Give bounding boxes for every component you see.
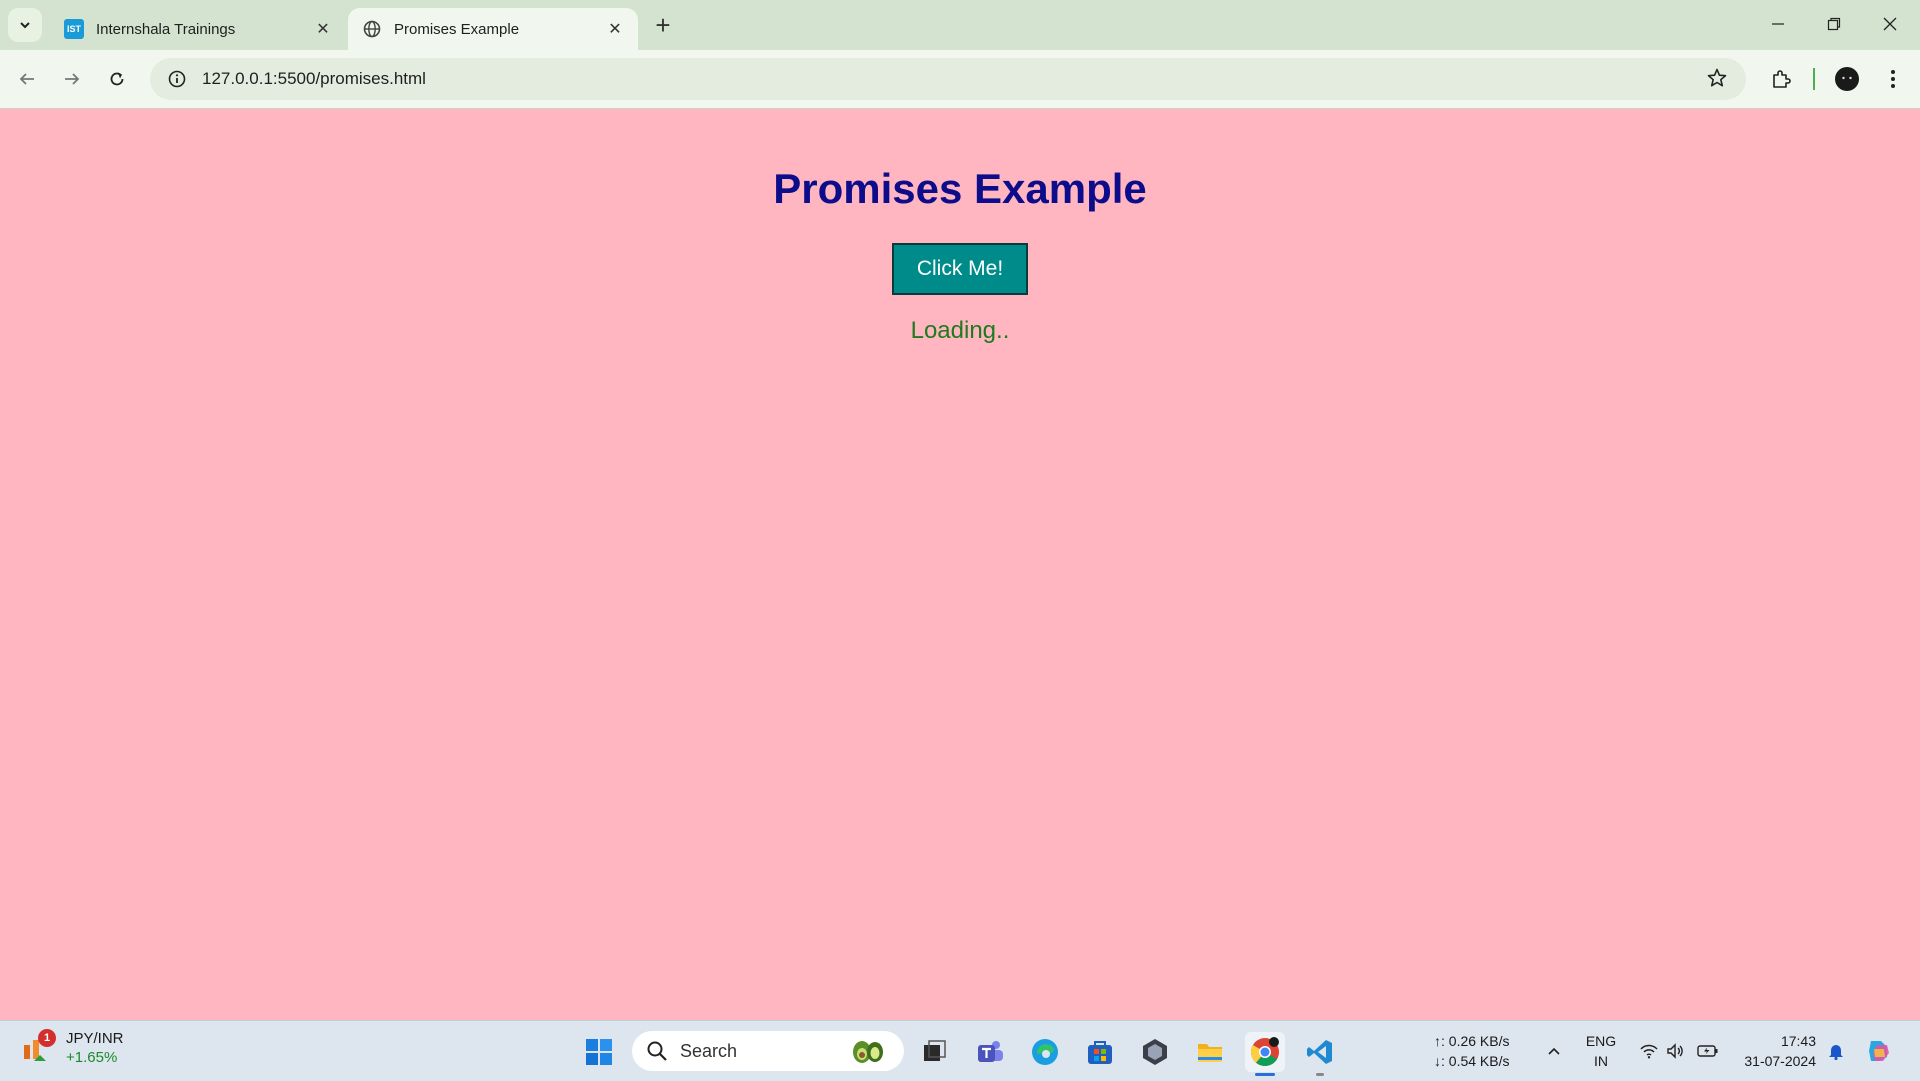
extensions-icon[interactable] bbox=[1764, 62, 1798, 96]
restore-icon[interactable] bbox=[1806, 0, 1862, 48]
globe-icon bbox=[362, 19, 382, 39]
back-icon[interactable] bbox=[10, 62, 44, 96]
bookmark-star-icon[interactable] bbox=[1706, 67, 1728, 89]
forward-icon[interactable] bbox=[55, 62, 89, 96]
battery-icon[interactable] bbox=[1696, 1039, 1720, 1063]
search-icon bbox=[647, 1041, 667, 1061]
toolbar-divider bbox=[1813, 68, 1815, 90]
edge-icon[interactable] bbox=[1025, 1032, 1065, 1072]
stock-chart-icon: 1 bbox=[20, 1029, 56, 1065]
task-view-icon[interactable] bbox=[914, 1032, 954, 1072]
address-bar[interactable]: 127.0.0.1:5500/promises.html bbox=[150, 58, 1746, 100]
taskbar: 1 JPY/INR +1.65% Search ↑: 0.26 KB/s ↓: … bbox=[0, 1020, 1920, 1081]
app-icon[interactable] bbox=[1135, 1032, 1175, 1072]
start-icon[interactable] bbox=[579, 1032, 619, 1072]
window-close-icon[interactable] bbox=[1862, 0, 1918, 48]
running-app-indicator bbox=[1316, 1073, 1324, 1076]
teams-icon[interactable] bbox=[970, 1032, 1010, 1072]
chevron-down-icon bbox=[20, 22, 30, 29]
network-speed: ↑: 0.26 KB/s ↓: 0.54 KB/s bbox=[1434, 1031, 1509, 1071]
widgets-button[interactable]: 1 JPY/INR +1.65% bbox=[20, 1029, 124, 1067]
minimize-icon[interactable] bbox=[1750, 0, 1806, 48]
new-tab-icon[interactable]: + bbox=[648, 10, 678, 40]
page-content: Promises Example Click Me! Loading.. bbox=[0, 109, 1920, 1020]
tab-strip: IST Internshala Trainings ✕ Promises Exa… bbox=[0, 0, 1920, 50]
system-clock[interactable]: 17:43 31-07-2024 bbox=[1736, 1031, 1816, 1071]
url-text[interactable]: 127.0.0.1:5500/promises.html bbox=[202, 69, 426, 89]
copilot-icon[interactable] bbox=[1864, 1039, 1894, 1063]
taskbar-search[interactable]: Search bbox=[632, 1031, 904, 1071]
file-explorer-icon[interactable] bbox=[1190, 1032, 1230, 1072]
notification-bell-icon[interactable] bbox=[1826, 1039, 1846, 1063]
widget-symbol: JPY/INR bbox=[66, 1030, 124, 1047]
chevron-up-icon[interactable] bbox=[1544, 1039, 1564, 1063]
ist-icon: IST bbox=[64, 19, 84, 39]
browser-toolbar: 127.0.0.1:5500/promises.html bbox=[0, 50, 1920, 109]
more-menu-icon[interactable] bbox=[1876, 62, 1910, 96]
wifi-icon[interactable] bbox=[1638, 1039, 1660, 1063]
clock-date: 31-07-2024 bbox=[1744, 1053, 1816, 1069]
click-me-button[interactable]: Click Me! bbox=[892, 243, 1028, 295]
widget-change: +1.65% bbox=[66, 1049, 118, 1066]
site-info-icon[interactable] bbox=[168, 70, 186, 88]
tab-search-button[interactable] bbox=[8, 8, 42, 42]
status-text: Loading.. bbox=[910, 317, 1010, 344]
upload-speed: ↑: 0.26 KB/s bbox=[1434, 1033, 1510, 1049]
tab-title: Internshala Trainings bbox=[96, 20, 236, 38]
page-title: Promises Example bbox=[773, 165, 1147, 212]
language-indicator[interactable]: ENG IN bbox=[1584, 1031, 1618, 1071]
tab-internshala[interactable]: IST Internshala Trainings ✕ bbox=[50, 8, 346, 50]
store-icon[interactable] bbox=[1080, 1032, 1120, 1072]
close-icon[interactable]: ✕ bbox=[604, 18, 626, 40]
search-placeholder: Search bbox=[680, 1040, 738, 1061]
tab-title: Promises Example bbox=[394, 20, 520, 38]
volume-icon[interactable] bbox=[1664, 1039, 1686, 1063]
chrome-icon[interactable] bbox=[1245, 1032, 1285, 1072]
close-icon[interactable]: ✕ bbox=[312, 18, 334, 40]
clock-time: 17:43 bbox=[1780, 1033, 1816, 1049]
notification-badge: 1 bbox=[38, 1029, 56, 1047]
active-app-indicator bbox=[1255, 1073, 1275, 1076]
reload-icon[interactable] bbox=[100, 62, 134, 96]
tab-promises-example[interactable]: Promises Example ✕ bbox=[348, 8, 638, 50]
profile-avatar[interactable] bbox=[1830, 62, 1864, 96]
download-speed: ↓: 0.54 KB/s bbox=[1434, 1053, 1510, 1069]
vscode-icon[interactable] bbox=[1300, 1032, 1340, 1072]
avocado-icon bbox=[853, 1041, 883, 1063]
